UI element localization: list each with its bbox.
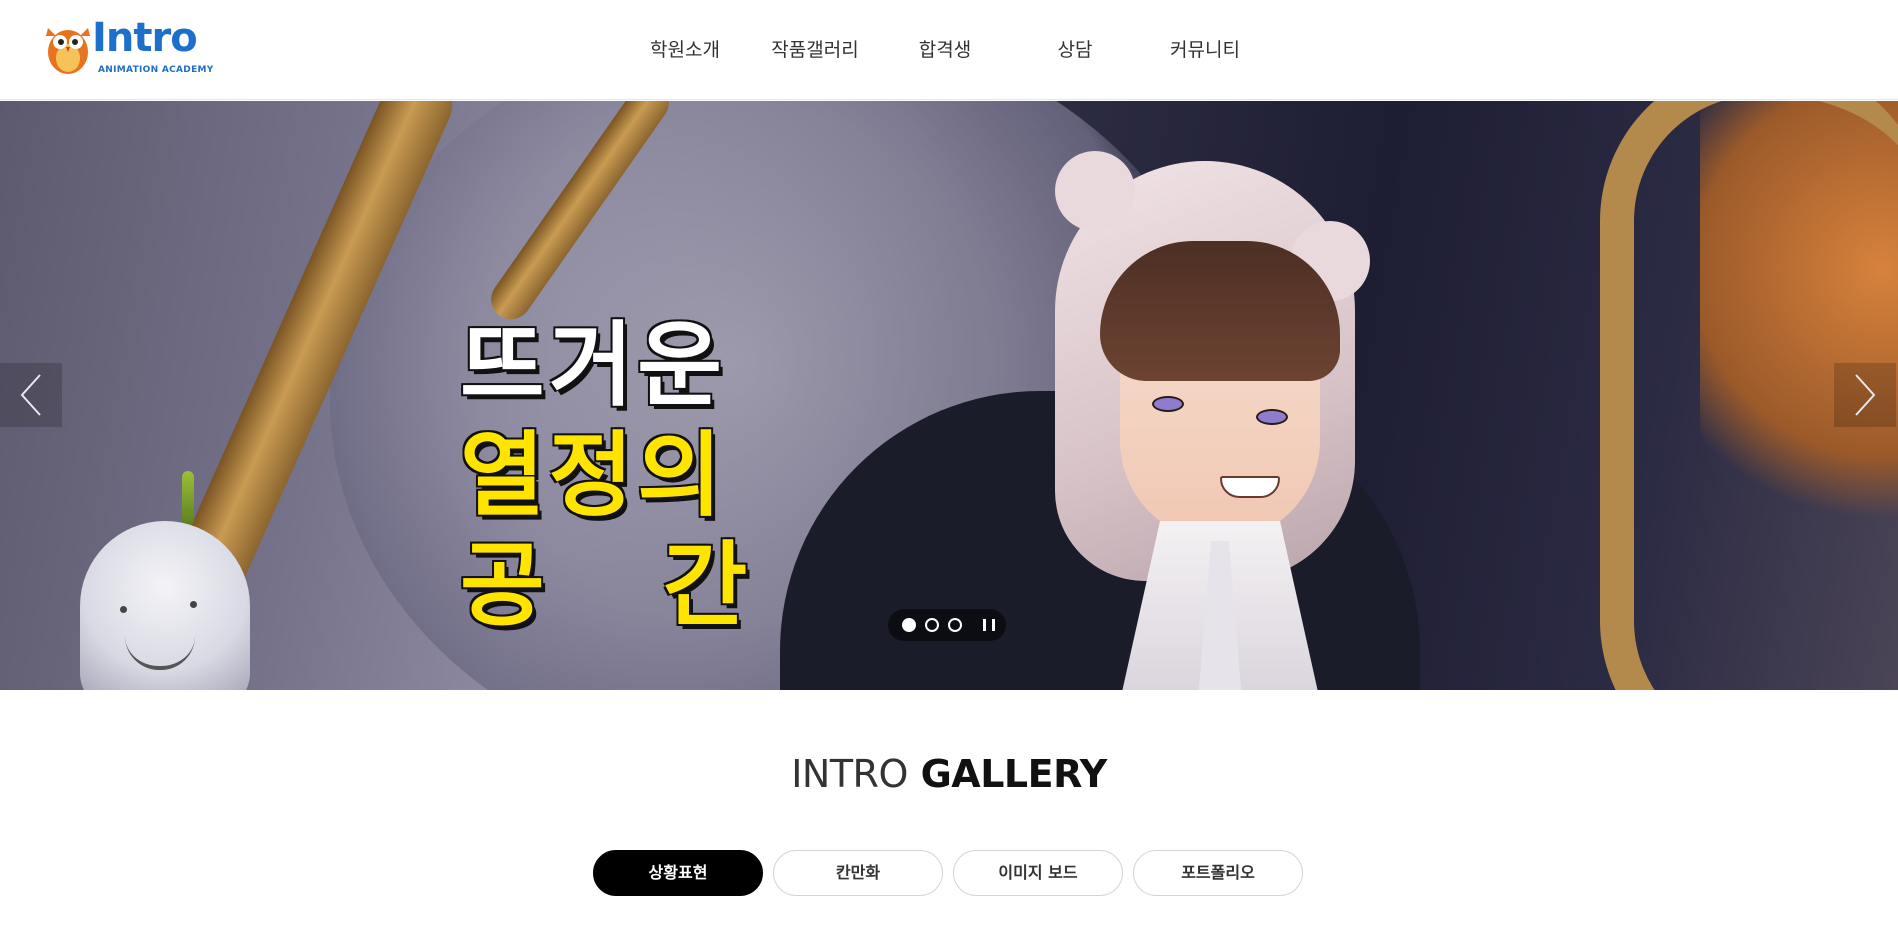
nav-item-academy-intro[interactable]: 학원소개 bbox=[620, 0, 750, 100]
logo-subtitle: ANIMATION ACADEMY bbox=[98, 65, 214, 75]
ghost-character bbox=[80, 521, 250, 690]
next-slide-button[interactable] bbox=[1834, 363, 1896, 427]
headline-line-1: 뜨거운 bbox=[460, 312, 726, 419]
intro-logo[interactable]: Intro ANIMATION ACADEMY bbox=[40, 14, 230, 80]
main-nav: 학원소개 작품갤러리 합격생 상담 커뮤니티 bbox=[620, 0, 1270, 100]
ghost-eye-left bbox=[120, 606, 127, 613]
nav-item-graduates[interactable]: 합격생 bbox=[880, 0, 1010, 100]
headline-line-2: 열정의 bbox=[460, 422, 726, 529]
gallery-tabs: 상황표현 칸만화 이미지 보드 포트폴리오 bbox=[593, 850, 1313, 896]
slide-pager bbox=[888, 609, 1006, 641]
ghost-sprout bbox=[182, 471, 194, 526]
tab-comic-panels[interactable]: 칸만화 bbox=[773, 850, 943, 896]
gallery-title-bold: GALLERY bbox=[920, 752, 1108, 796]
character-hair bbox=[1100, 241, 1340, 381]
character-eye-left bbox=[1152, 396, 1184, 412]
hood-ear-left bbox=[1055, 151, 1135, 231]
gallery-title: INTRO GALLERY bbox=[0, 752, 1898, 796]
owl-mascot-icon bbox=[46, 28, 90, 74]
ghost-smile bbox=[125, 636, 195, 670]
prev-slide-button[interactable] bbox=[0, 363, 62, 427]
tab-image-board[interactable]: 이미지 보드 bbox=[953, 850, 1123, 896]
pause-icon[interactable] bbox=[983, 619, 995, 631]
hero-slider: 뜨거운 열정의 공간 bbox=[0, 101, 1898, 690]
hero-headline: 뜨거운 열정의 공간 bbox=[460, 311, 865, 641]
tab-situation-expression[interactable]: 상황표현 bbox=[593, 850, 763, 896]
nav-item-consultation[interactable]: 상담 bbox=[1010, 0, 1140, 100]
tab-portfolio[interactable]: 포트폴리오 bbox=[1133, 850, 1303, 896]
character-eye-right bbox=[1256, 409, 1288, 425]
site-header: Intro ANIMATION ACADEMY 학원소개 작품갤러리 합격생 상… bbox=[0, 0, 1898, 100]
ghost-eye-right bbox=[190, 601, 197, 608]
nav-item-community[interactable]: 커뮤니티 bbox=[1140, 0, 1270, 100]
character-mouth bbox=[1220, 476, 1280, 498]
gallery-title-light: INTRO bbox=[791, 752, 908, 796]
slide-dot-2[interactable] bbox=[925, 618, 939, 632]
chevron-left-icon bbox=[20, 374, 41, 416]
headline-line-3: 공간 bbox=[460, 532, 866, 639]
slide-dot-3[interactable] bbox=[948, 618, 962, 632]
chevron-right-icon bbox=[1855, 374, 1876, 416]
slide-dot-1[interactable] bbox=[902, 618, 916, 632]
nav-item-gallery[interactable]: 작품갤러리 bbox=[750, 0, 880, 100]
logo-wordmark: Intro bbox=[92, 15, 198, 61]
